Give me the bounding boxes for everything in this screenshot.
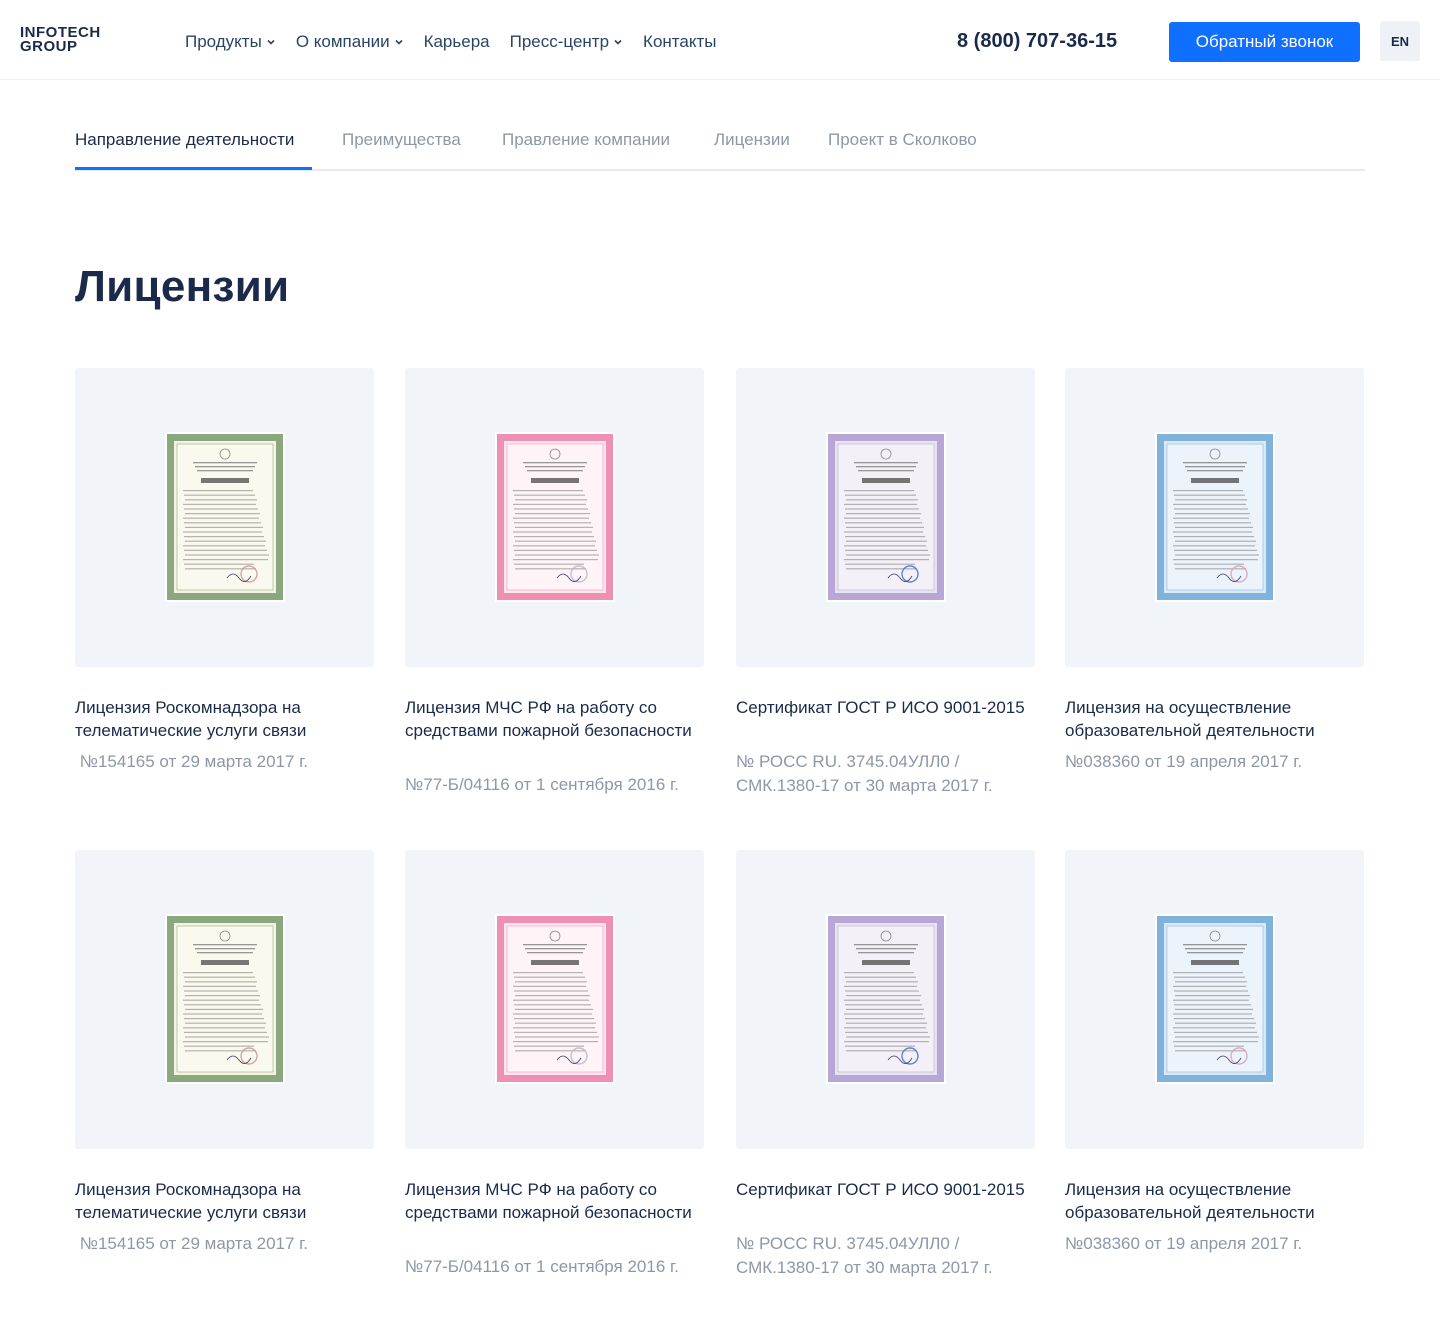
license-image[interactable]	[1065, 850, 1364, 1149]
license-title[interactable]: Сертификат ГОСТ Р ИСО 9001-2015	[736, 1178, 1036, 1201]
nav-item-label: О компании	[295, 32, 390, 51]
license-number: №038360 от 19 апреля 2017 г.	[1065, 1234, 1303, 1253]
phone-link[interactable]: 8 (800) 707-36-15	[957, 30, 1117, 53]
nav-item-career[interactable]: Карьера	[424, 32, 490, 52]
logo[interactable]: INFOTECH GROUP	[20, 24, 120, 58]
license-image[interactable]	[736, 850, 1035, 1149]
tab-board[interactable]: Правление компании	[502, 130, 670, 150]
license-number: № РОСС RU. 3745.04УЛЛ0 / СМК.1380-17 от …	[736, 752, 993, 795]
license-document-icon	[1155, 432, 1275, 602]
nav-item-label: Контакты	[643, 32, 717, 51]
nav-item-label: Карьера	[423, 32, 490, 51]
chevron-down-icon	[395, 39, 403, 45]
active-tab-indicator	[75, 167, 312, 170]
tab-advantages[interactable]: Преимущества	[342, 130, 461, 150]
license-document-icon	[495, 914, 615, 1084]
license-number: №154165 от 29 марта 2017 г.	[75, 752, 309, 771]
license-document-icon	[826, 914, 946, 1084]
license-title[interactable]: Лицензия МЧС РФ на работу со средствами …	[405, 1178, 705, 1224]
license-number: №154165 от 29 марта 2017 г.	[75, 1234, 309, 1253]
license-image[interactable]	[736, 368, 1035, 667]
license-title[interactable]: Сертификат ГОСТ Р ИСО 9001-2015	[736, 696, 1036, 719]
license-image[interactable]	[75, 368, 374, 667]
nav-item-press[interactable]: Пресс-центр	[510, 32, 623, 52]
license-document-icon	[165, 432, 285, 602]
license-image[interactable]	[405, 850, 704, 1149]
tab-licenses[interactable]: Лицензии	[714, 130, 790, 150]
license-title[interactable]: Лицензия МЧС РФ на работу со средствами …	[405, 696, 705, 742]
license-title[interactable]: Лицензия на осуществление образовательно…	[1065, 1178, 1365, 1224]
license-number: №77-Б/04116 от 1 сентября 2016 г.	[405, 775, 679, 794]
license-number: №038360 от 19 апреля 2017 г.	[1065, 752, 1303, 771]
section-tabs: Направление деятельности Преимущества Пр…	[75, 112, 1365, 171]
nav-item-label: Продукты	[185, 32, 262, 51]
main-nav: Продукты О компании Карьера Пресс-центр …	[185, 32, 736, 52]
chevron-down-icon	[267, 39, 275, 45]
chevron-down-icon	[614, 39, 622, 45]
license-title[interactable]: Лицензия на осуществление образовательно…	[1065, 696, 1365, 742]
nav-item-label: Пресс-центр	[509, 32, 610, 51]
license-title[interactable]: Лицензия Роскомнадзора на телематические…	[75, 1178, 375, 1224]
page-title: Лицензии	[75, 262, 290, 311]
logo-line2: GROUP	[20, 38, 78, 55]
site-header: INFOTECH GROUP Продукты О компании Карье…	[0, 0, 1440, 80]
license-document-icon	[165, 914, 285, 1084]
license-image[interactable]	[1065, 368, 1364, 667]
license-image[interactable]	[75, 850, 374, 1149]
license-document-icon	[495, 432, 615, 602]
nav-item-products[interactable]: Продукты	[185, 32, 276, 52]
license-number: №77-Б/04116 от 1 сентября 2016 г.	[405, 1257, 679, 1276]
nav-item-contacts[interactable]: Контакты	[643, 32, 716, 52]
license-document-icon	[826, 432, 946, 602]
tab-activity[interactable]: Направление деятельности	[75, 130, 294, 150]
callback-button[interactable]: Обратный звонок	[1169, 22, 1360, 62]
tab-skolkovo[interactable]: Проект в Сколково	[828, 130, 977, 150]
license-image[interactable]	[405, 368, 704, 667]
license-title[interactable]: Лицензия Роскомнадзора на телематические…	[75, 696, 375, 742]
license-document-icon	[1155, 914, 1275, 1084]
license-number: № РОСС RU. 3745.04УЛЛ0 / СМК.1380-17 от …	[736, 1234, 993, 1277]
nav-item-about[interactable]: О компании	[296, 32, 404, 52]
language-switch[interactable]: EN	[1380, 21, 1420, 61]
